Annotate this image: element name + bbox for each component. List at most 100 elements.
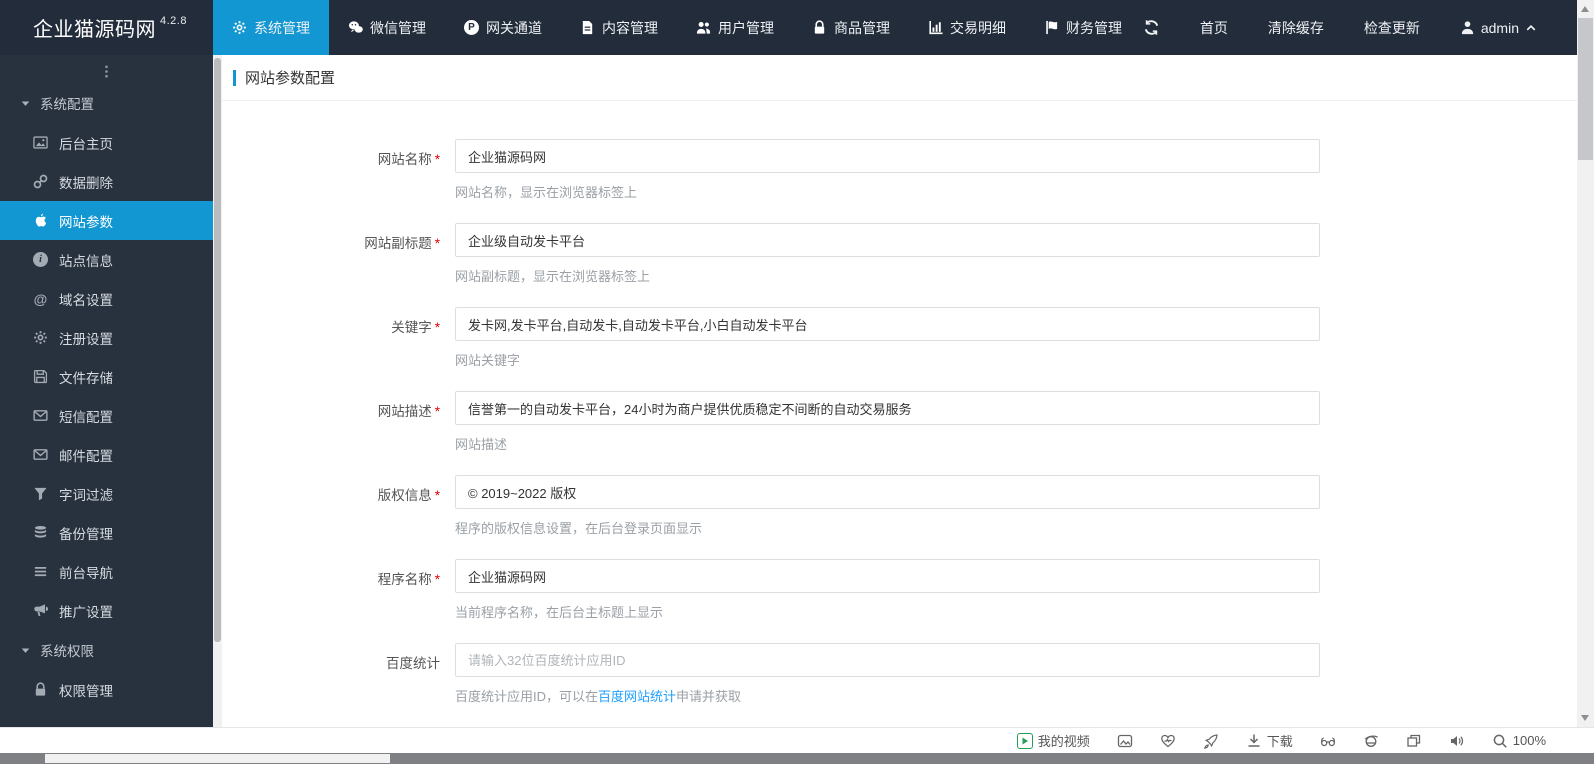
caret-down-icon <box>20 98 31 109</box>
sidebar-item-label: 数据删除 <box>59 175 113 191</box>
image-icon <box>33 135 48 150</box>
horizontal-scrollbar[interactable] <box>0 753 1594 764</box>
screenshot-button[interactable] <box>1117 733 1133 749</box>
sidebar-item-promotion[interactable]: 推广设置 <box>0 591 213 630</box>
topbar-actions: 首页 清除缓存 检查更新 admin <box>1143 0 1577 55</box>
content-scrollbar[interactable] <box>213 55 222 753</box>
required-marker: * <box>434 320 440 335</box>
sidebar-item-file-storage[interactable]: 文件存储 <box>0 357 213 396</box>
program-name-input[interactable] <box>455 559 1320 593</box>
boost-button[interactable] <box>1203 733 1219 749</box>
scroll-down-arrow-icon[interactable] <box>1581 715 1589 721</box>
check-update-link[interactable]: 检查更新 <box>1364 18 1420 38</box>
download-icon <box>1246 733 1262 749</box>
sidebar-item-label: 文件存储 <box>59 370 113 386</box>
image-icon <box>1117 733 1133 749</box>
nav-item-trade[interactable]: 交易明细 <box>909 0 1025 55</box>
content-scrollbar-thumb[interactable] <box>214 58 221 642</box>
nav-item-content[interactable]: 内容管理 <box>561 0 677 55</box>
sidebar-item-label: 短信配置 <box>59 409 113 425</box>
description-input[interactable] <box>455 391 1320 425</box>
sidebar-item-domain-settings[interactable]: @ 域名设置 <box>0 279 213 318</box>
copyright-input[interactable] <box>455 475 1320 509</box>
sidebar-item-permission-manage[interactable]: 权限管理 <box>0 670 213 709</box>
ie-mode-button[interactable] <box>1363 733 1379 749</box>
field-label: 网站描述 <box>377 404 432 419</box>
user-name: admin <box>1480 19 1519 36</box>
play-icon <box>1016 732 1033 749</box>
zoom-control[interactable]: 100% <box>1492 733 1546 749</box>
sidebar-item-label: 站点信息 <box>59 253 113 269</box>
sidebar-section-system-permission[interactable]: 系统权限 <box>0 630 213 670</box>
sidebar-item-dashboard[interactable]: 后台主页 <box>0 123 213 162</box>
health-button[interactable] <box>1160 733 1176 749</box>
topbar: 企业猫源码网 4.2.8 系统管理 微信管理 P 网关通道 内容管理 用户管理 … <box>0 0 1577 55</box>
user-menu[interactable]: admin <box>1460 20 1537 36</box>
keywords-input[interactable] <box>455 307 1320 341</box>
browser-statusbar: 我的视频 下载 100% <box>0 727 1594 753</box>
baidu-stats-link[interactable]: 百度网站统计 <box>598 689 676 704</box>
nav-item-label: 微信管理 <box>370 19 426 36</box>
restore-window-button[interactable] <box>1406 733 1422 749</box>
glasses-icon <box>1320 733 1336 749</box>
field-label: 程序名称 <box>377 572 432 587</box>
sidebar-item-mail-config[interactable]: 邮件配置 <box>0 435 213 474</box>
download-label: 下载 <box>1266 734 1293 749</box>
required-marker: * <box>434 236 440 251</box>
sidebar-item-front-nav[interactable]: 前台导航 <box>0 552 213 591</box>
sidebar-section-system-config[interactable]: 系统配置 <box>0 83 213 123</box>
mute-button[interactable] <box>1449 733 1465 749</box>
incognito-button[interactable] <box>1320 733 1336 749</box>
user-icon <box>1460 20 1475 35</box>
caret-down-icon <box>20 645 31 656</box>
clear-cache-link[interactable]: 清除缓存 <box>1268 18 1324 38</box>
nav-item-system[interactable]: 系统管理 <box>213 0 329 55</box>
heart-icon <box>1160 733 1176 749</box>
users-icon <box>696 20 711 35</box>
sidebar-collapse-toggle[interactable] <box>0 55 213 83</box>
site-name-input[interactable] <box>455 139 1320 173</box>
gear-icon <box>33 330 48 345</box>
scroll-up-arrow-icon[interactable] <box>1581 6 1589 12</box>
field-label: 网站副标题 <box>364 236 432 251</box>
top-nav: 系统管理 微信管理 P 网关通道 内容管理 用户管理 商品管理 交易明细 财务管 <box>213 0 1141 55</box>
bullhorn-icon <box>33 603 48 618</box>
field-program-name: 程序名称* 当前程序名称，在后台主标题上显示 <box>222 559 1577 621</box>
sidebar-item-sms-config[interactable]: 短信配置 <box>0 396 213 435</box>
nav-item-finance[interactable]: 财务管理 <box>1025 0 1141 55</box>
field-hint: 网站副标题，显示在浏览器标签上 <box>455 269 651 284</box>
sidebar-item-data-delete[interactable]: 数据删除 <box>0 162 213 201</box>
field-hint: 网站关键字 <box>455 353 521 368</box>
nav-item-wechat[interactable]: 微信管理 <box>329 0 445 55</box>
sidebar-item-register-settings[interactable]: 注册设置 <box>0 318 213 357</box>
nav-item-goods[interactable]: 商品管理 <box>793 0 909 55</box>
nav-item-user[interactable]: 用户管理 <box>677 0 793 55</box>
baidu-stats-input[interactable] <box>455 643 1320 677</box>
page-scrollbar-thumb[interactable] <box>1578 18 1593 160</box>
download-button[interactable]: 下载 <box>1246 731 1293 750</box>
sidebar-item-backup[interactable]: 备份管理 <box>0 513 213 552</box>
subtitle-input[interactable] <box>455 223 1320 257</box>
field-hint: 网站描述 <box>455 437 508 452</box>
sidebar-item-word-filter[interactable]: 字词过滤 <box>0 474 213 513</box>
nav-item-gateway[interactable]: P 网关通道 <box>445 0 561 55</box>
database-icon <box>33 525 48 540</box>
rocket-icon <box>1203 733 1219 749</box>
nav-item-label: 内容管理 <box>602 19 658 36</box>
chevron-up-icon <box>1525 22 1537 34</box>
main-content: 网站参数配置 网站名称* 网站名称，显示在浏览器标签上 网站副标题* 网站副标题… <box>222 55 1577 727</box>
refresh-icon[interactable] <box>1143 19 1160 36</box>
horizontal-scrollbar-thumb[interactable] <box>45 754 390 763</box>
sidebar-item-site-params[interactable]: 网站参数 <box>0 201 213 240</box>
page-scrollbar[interactable] <box>1577 0 1594 727</box>
home-link[interactable]: 首页 <box>1200 18 1228 38</box>
magnifier-icon <box>1492 733 1508 749</box>
my-video-button[interactable]: 我的视频 <box>1016 731 1090 750</box>
page-header: 网站参数配置 <box>222 55 1577 101</box>
page-title: 网站参数配置 <box>245 70 336 87</box>
zoom-level: 100% <box>1512 733 1546 748</box>
sidebar-item-site-info[interactable]: i 站点信息 <box>0 240 213 279</box>
sidebar-item-label: 域名设置 <box>59 292 113 308</box>
save-icon <box>33 369 48 384</box>
sidebar-item-label: 推广设置 <box>59 604 113 620</box>
